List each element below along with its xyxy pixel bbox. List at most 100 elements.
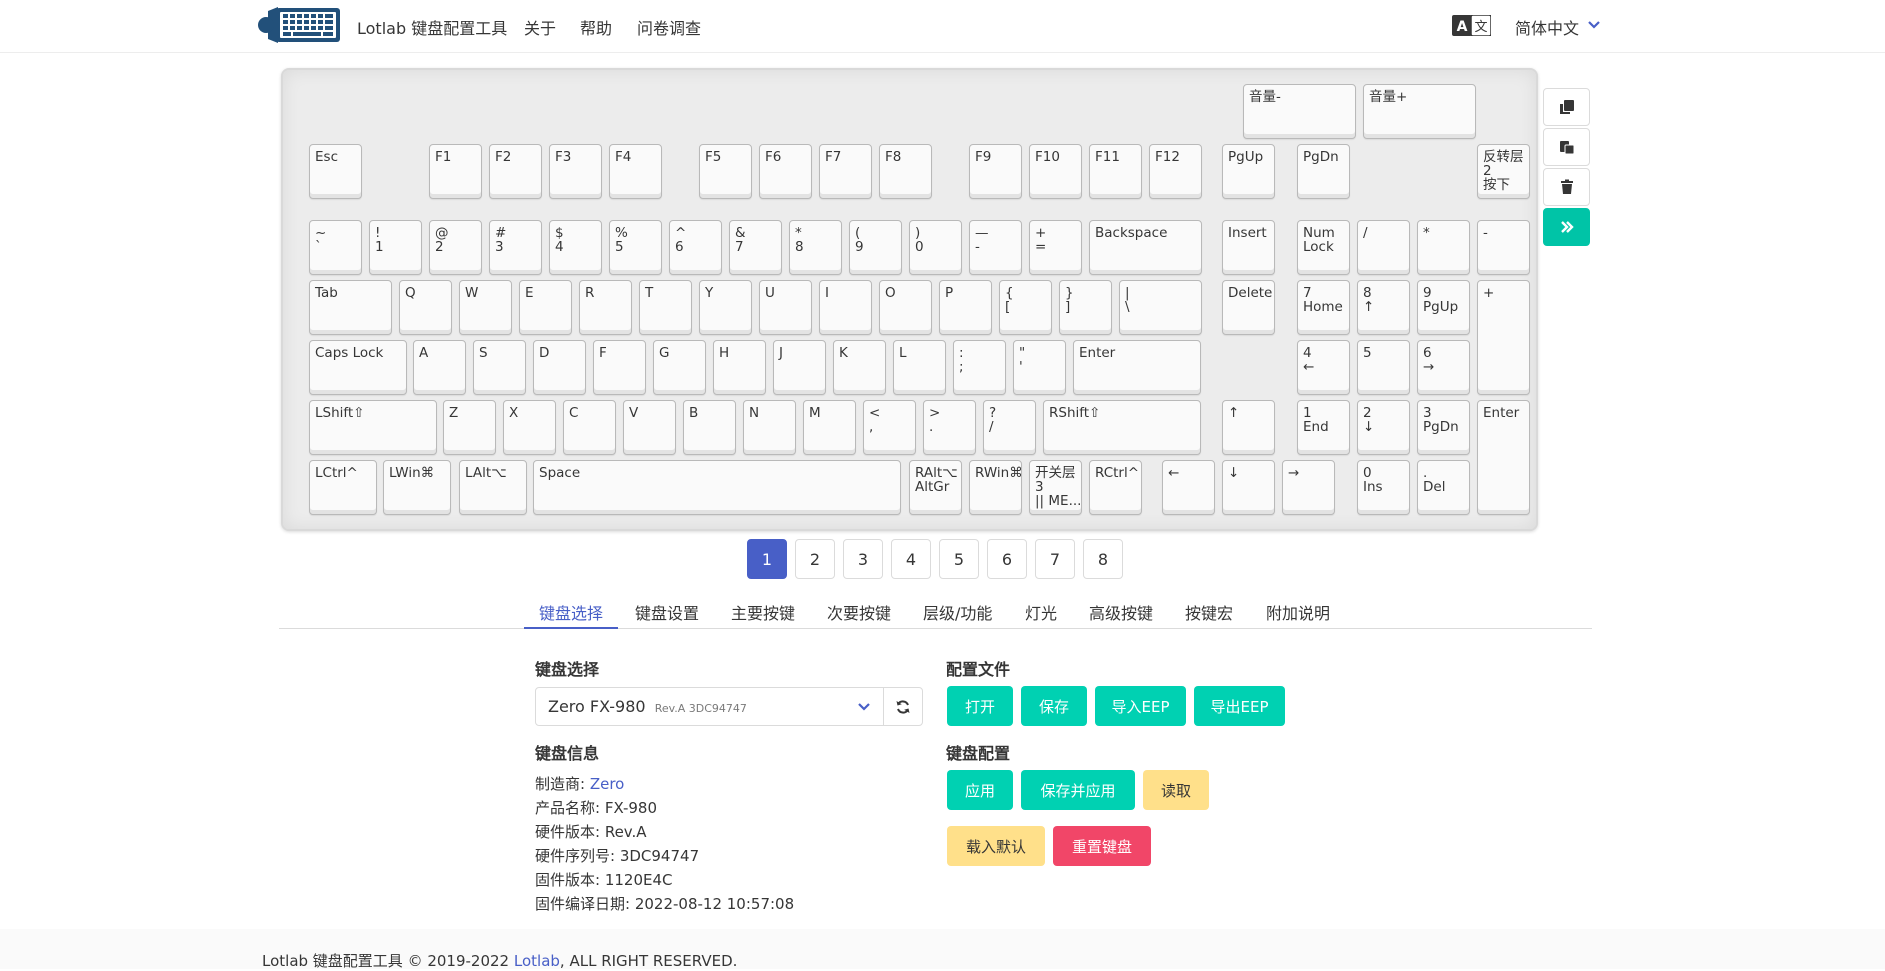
key[interactable]: W xyxy=(459,280,512,335)
tab[interactable]: 主要按键 xyxy=(716,600,810,629)
key[interactable]: 音量- xyxy=(1243,84,1356,139)
key[interactable]: F11 xyxy=(1089,144,1142,199)
key[interactable]: Q xyxy=(399,280,452,335)
key[interactable]: 0 Ins xyxy=(1357,460,1410,515)
key[interactable]: F7 xyxy=(819,144,872,199)
key[interactable]: $ 4 xyxy=(549,220,602,275)
key[interactable]: 开关层 3 || ME... xyxy=(1029,460,1082,515)
key[interactable]: + xyxy=(1477,280,1530,395)
key[interactable]: ^ 6 xyxy=(669,220,722,275)
key[interactable]: & 7 xyxy=(729,220,782,275)
expand-panel-button[interactable] xyxy=(1543,208,1590,246)
key[interactable]: : ; xyxy=(953,340,1006,395)
export-eep-button[interactable]: 导出EEP xyxy=(1194,686,1285,726)
tab[interactable]: 层级/功能 xyxy=(908,600,1007,629)
key[interactable]: F6 xyxy=(759,144,812,199)
key[interactable]: O xyxy=(879,280,932,335)
key[interactable]: + = xyxy=(1029,220,1082,275)
delete-button[interactable] xyxy=(1543,168,1590,206)
key[interactable]: F3 xyxy=(549,144,602,199)
key[interactable]: Num Lock xyxy=(1297,220,1350,275)
key[interactable]: RAlt⌥ AltGr xyxy=(909,460,962,515)
apply-button[interactable]: 应用 xyxy=(947,770,1013,810)
key[interactable]: 6 → xyxy=(1417,340,1470,395)
key[interactable]: J xyxy=(773,340,826,395)
key[interactable]: C xyxy=(563,400,616,455)
key[interactable]: F xyxy=(593,340,646,395)
key[interactable]: 2 ↓ xyxy=(1357,400,1410,455)
key[interactable]: LWin⌘ xyxy=(383,460,451,515)
open-button[interactable]: 打开 xyxy=(947,686,1013,726)
layer-page-button[interactable]: 4 xyxy=(891,539,931,579)
keyboard-logo-icon[interactable] xyxy=(258,5,342,45)
key[interactable]: ! 1 xyxy=(369,220,422,275)
keyboard-select-dropdown[interactable]: Zero FX-980 Rev.A 3DC94747 xyxy=(535,687,884,726)
key[interactable]: 7 Home xyxy=(1297,280,1350,335)
key[interactable]: F4 xyxy=(609,144,662,199)
key[interactable]: { [ xyxy=(999,280,1052,335)
key[interactable]: X xyxy=(503,400,556,455)
key[interactable]: RCtrl^ xyxy=(1089,460,1142,515)
key[interactable]: . Del xyxy=(1417,460,1470,515)
save-button[interactable]: 保存 xyxy=(1021,686,1087,726)
load-default-button[interactable]: 载入默认 xyxy=(947,826,1045,866)
chevron-down-icon[interactable] xyxy=(1587,18,1601,32)
key[interactable]: A xyxy=(413,340,466,395)
key[interactable]: 1 End xyxy=(1297,400,1350,455)
key[interactable]: # 3 xyxy=(489,220,542,275)
key[interactable]: Esc xyxy=(309,144,362,199)
key[interactable]: F1 xyxy=(429,144,482,199)
translate-icon[interactable]: A 文 xyxy=(1452,15,1491,36)
key[interactable]: H xyxy=(713,340,766,395)
read-button[interactable]: 读取 xyxy=(1143,770,1209,810)
key[interactable]: G xyxy=(653,340,706,395)
key[interactable]: ~ ` xyxy=(309,220,362,275)
key[interactable]: T xyxy=(639,280,692,335)
tab[interactable]: 灯光 xyxy=(1010,600,1072,629)
key[interactable]: Caps Lock xyxy=(309,340,407,395)
survey-link[interactable]: 问卷调查 xyxy=(637,15,701,39)
key[interactable]: D xyxy=(533,340,586,395)
key[interactable]: | \ xyxy=(1119,280,1202,335)
key[interactable]: * xyxy=(1417,220,1470,275)
key[interactable]: Enter xyxy=(1073,340,1201,395)
key[interactable]: F2 xyxy=(489,144,542,199)
key[interactable]: P xyxy=(939,280,992,335)
layer-page-button[interactable]: 5 xyxy=(939,539,979,579)
key[interactable]: Backspace xyxy=(1089,220,1202,275)
import-eep-button[interactable]: 导入EEP xyxy=(1095,686,1186,726)
tab[interactable]: 键盘设置 xyxy=(620,600,714,629)
key[interactable]: Enter xyxy=(1477,400,1530,515)
copy-button[interactable] xyxy=(1543,88,1590,126)
layer-page-button[interactable]: 1 xyxy=(747,539,787,579)
help-link[interactable]: 帮助 xyxy=(580,15,612,39)
key[interactable]: L xyxy=(893,340,946,395)
tab[interactable]: 高级按键 xyxy=(1074,600,1168,629)
layer-page-button[interactable]: 6 xyxy=(987,539,1027,579)
key[interactable]: F8 xyxy=(879,144,932,199)
footer-link[interactable]: Lotlab xyxy=(514,952,560,970)
layer-page-button[interactable]: 2 xyxy=(795,539,835,579)
key[interactable]: 4 ← xyxy=(1297,340,1350,395)
key[interactable]: 3 PgDn xyxy=(1417,400,1470,455)
key[interactable]: ) 0 xyxy=(909,220,962,275)
key[interactable]: 反转层 2 按下 xyxy=(1477,144,1530,199)
key[interactable]: 8 ↑ xyxy=(1357,280,1410,335)
key[interactable]: 5 xyxy=(1357,340,1410,395)
key[interactable]: RWin⌘ xyxy=(969,460,1022,515)
key[interactable]: ← xyxy=(1162,460,1215,515)
key[interactable]: Z xyxy=(443,400,496,455)
key[interactable]: LCtrl^ xyxy=(309,460,377,515)
key[interactable]: < , xyxy=(863,400,916,455)
key[interactable]: N xyxy=(743,400,796,455)
key[interactable]: ↓ xyxy=(1222,460,1275,515)
key[interactable]: E xyxy=(519,280,572,335)
key[interactable]: S xyxy=(473,340,526,395)
paste-button[interactable] xyxy=(1543,128,1590,166)
key[interactable]: / xyxy=(1357,220,1410,275)
key[interactable]: I xyxy=(819,280,872,335)
tab[interactable]: 按键宏 xyxy=(1170,600,1248,629)
save-apply-button[interactable]: 保存并应用 xyxy=(1021,770,1135,810)
layer-page-button[interactable]: 3 xyxy=(843,539,883,579)
key[interactable]: } ] xyxy=(1059,280,1112,335)
